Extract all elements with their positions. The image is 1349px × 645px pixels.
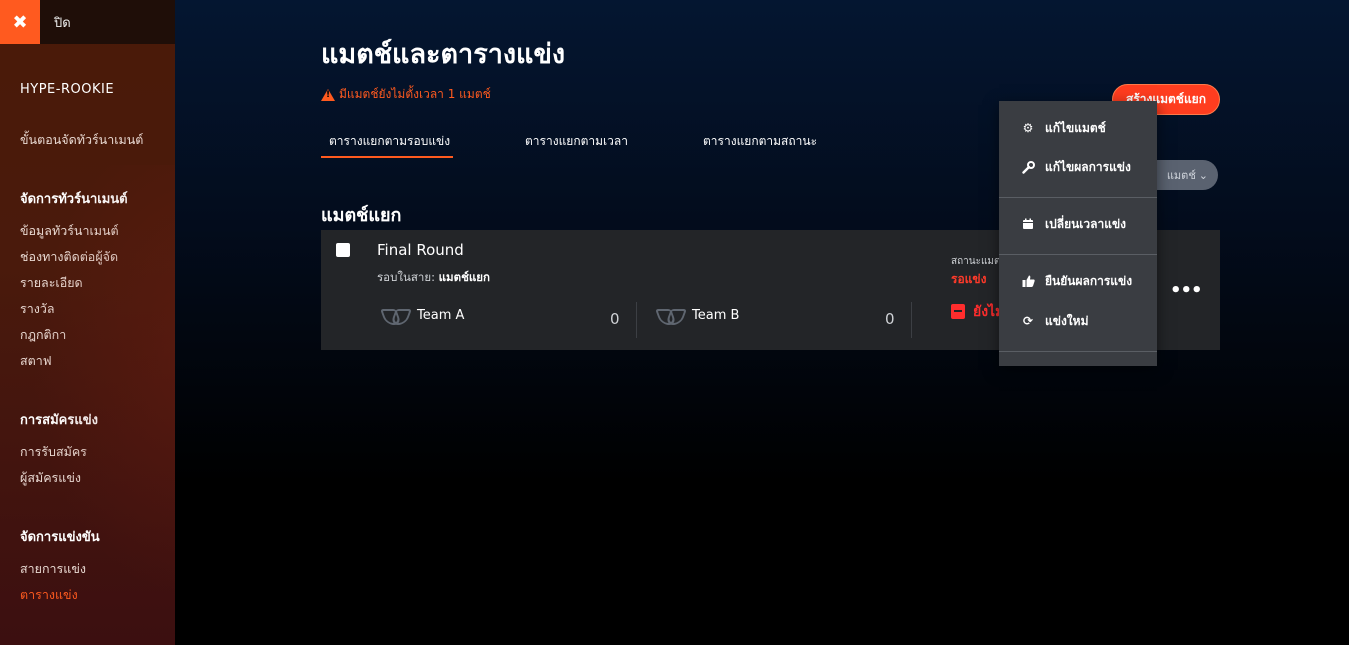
team-b-score: 0 bbox=[885, 310, 895, 328]
sidebar-close-bar: ✖ ปิด bbox=[0, 0, 175, 44]
menu-divider bbox=[999, 254, 1157, 255]
menu-item-label: แก้ไขผลการแข่ง bbox=[1045, 159, 1131, 174]
menu-item-label: ยืนยันผลการแข่ง bbox=[1045, 273, 1133, 288]
match-actions-menu: ⚙ แก้ไขแมตช์ แก้ไขผลการแข่ง เปลี่ยนเวลาแ… bbox=[999, 101, 1157, 366]
menu-divider bbox=[999, 197, 1157, 198]
chevron-down-icon: ⌄ bbox=[1198, 168, 1208, 182]
more-options-icon[interactable]: ••• bbox=[1170, 280, 1203, 301]
match-round: รอบในสาย: แมตช์แยก bbox=[377, 269, 490, 287]
tab-by-status[interactable]: ตารางแยกตามสถานะ bbox=[703, 132, 817, 151]
active-tab-indicator bbox=[321, 156, 453, 158]
sidebar: ✖ ปิด HYPE-ROOKIE ขั้นตอนจัดทัวร์นาเมนต์… bbox=[0, 0, 175, 645]
calendar-icon bbox=[951, 304, 965, 319]
status-badge: รอแข่ง bbox=[951, 272, 987, 286]
team-b: Team B bbox=[658, 308, 739, 323]
sidebar-heading-manage-tournament: จัดการทัวร์นาเมนต์ bbox=[20, 192, 128, 207]
sidebar-item-details[interactable]: รายละเอียด bbox=[20, 273, 83, 293]
round-value: แมตช์แยก bbox=[438, 270, 490, 284]
sidebar-item-registration[interactable]: การรับสมัคร bbox=[20, 442, 87, 462]
menu-item-edit-result[interactable]: แก้ไขผลการแข่ง bbox=[999, 149, 1157, 185]
menu-item-change-time[interactable]: เปลี่ยนเวลาแข่ง bbox=[999, 206, 1157, 242]
team-b-name: Team B bbox=[692, 308, 740, 323]
gear-icon: ⚙ bbox=[1022, 121, 1034, 135]
page-title: แมตช์และตารางแข่ง bbox=[321, 39, 566, 70]
team-a-score: 0 bbox=[610, 310, 620, 328]
filter-label: แมตช์ bbox=[1166, 169, 1196, 182]
sidebar-item-prizes[interactable]: รางวัล bbox=[20, 299, 55, 319]
close-icon: ✖ bbox=[12, 11, 28, 33]
tournament-name[interactable]: HYPE-ROOKIE bbox=[20, 82, 114, 97]
tab-by-round[interactable]: ตารางแยกตามรอบแข่ง bbox=[329, 132, 450, 151]
sidebar-item-staff[interactable]: สตาฟ bbox=[20, 351, 52, 371]
menu-item-rematch[interactable]: ⟳ แข่งใหม่ bbox=[999, 303, 1157, 339]
sidebar-item-rules[interactable]: กฎกติกา bbox=[20, 325, 66, 345]
sidebar-item-tournament-info[interactable]: ข้อมูลทัวร์นาเมนต์ bbox=[20, 221, 119, 241]
match-checkbox[interactable] bbox=[336, 243, 350, 257]
unscheduled-warning: มีแมตช์ยังไม่ตั้งเวลา 1 แมตช์ bbox=[321, 85, 491, 104]
menu-divider bbox=[999, 351, 1157, 352]
sidebar-item-contact[interactable]: ช่องทางติดต่อผู้จัด bbox=[20, 247, 118, 267]
sidebar-item-participants[interactable]: ผู้สมัครแข่ง bbox=[20, 468, 81, 488]
menu-item-label: เปลี่ยนเวลาแข่ง bbox=[1045, 216, 1127, 231]
tab-by-time[interactable]: ตารางแยกตามเวลา bbox=[525, 132, 628, 151]
team-logo-icon bbox=[658, 309, 684, 323]
menu-item-label: แข่งใหม่ bbox=[1045, 313, 1089, 328]
sidebar-item-schedule[interactable]: ตารางแข่ง bbox=[20, 585, 78, 605]
team-divider bbox=[911, 302, 912, 338]
section-title: แมตช์แยก bbox=[321, 205, 402, 226]
menu-item-edit-match[interactable]: ⚙ แก้ไขแมตช์ bbox=[999, 110, 1157, 146]
menu-item-confirm-result[interactable]: ยืนยันผลการแข่ง bbox=[999, 263, 1157, 299]
menu-item-label: แก้ไขแมตช์ bbox=[1045, 120, 1106, 135]
warning-text: มีแมตช์ยังไม่ตั้งเวลา 1 แมตช์ bbox=[339, 87, 491, 101]
close-label[interactable]: ปิด bbox=[54, 12, 71, 33]
sidebar-item-bracket[interactable]: สายการแข่ง bbox=[20, 559, 86, 579]
refresh-icon: ⟳ bbox=[1022, 314, 1034, 328]
team-a-name: Team A bbox=[417, 308, 465, 323]
team-divider bbox=[636, 302, 637, 338]
sidebar-heading-competition: จัดการแข่งขัน bbox=[20, 530, 100, 545]
match-name: Final Round bbox=[377, 241, 464, 259]
team-logo-icon bbox=[383, 309, 409, 323]
warning-icon bbox=[321, 88, 335, 101]
wrench-icon bbox=[1021, 160, 1035, 174]
thumbs-up-icon bbox=[1021, 274, 1035, 288]
sidebar-item-steps[interactable]: ขั้นตอนจัดทัวร์นาเมนต์ bbox=[20, 130, 143, 150]
team-a: Team A bbox=[383, 308, 464, 323]
round-label: รอบในสาย: bbox=[377, 270, 435, 284]
sidebar-heading-registration: การสมัครแข่ง bbox=[20, 413, 98, 428]
close-button[interactable]: ✖ bbox=[0, 0, 40, 44]
calendar-icon bbox=[1021, 217, 1035, 231]
